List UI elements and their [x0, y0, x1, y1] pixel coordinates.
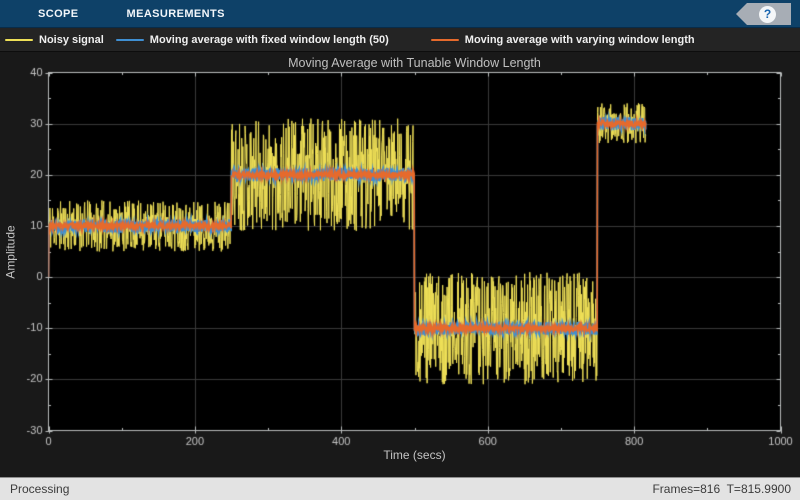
x-axis-label: Time (secs) — [48, 448, 781, 462]
legend: Noisy signal Moving average with fixed w… — [0, 28, 800, 52]
chart-title: Moving Average with Tunable Window Lengt… — [48, 56, 781, 70]
toolstrip: SCOPE MEASUREMENTS ? — [0, 0, 800, 28]
legend-line-swatch — [431, 39, 459, 41]
status-bar: Processing Frames=816 T=815.9900 — [0, 477, 800, 500]
scope-window: SCOPE MEASUREMENTS ? Noisy signal Moving… — [0, 0, 800, 500]
legend-item-fixed-window[interactable]: Moving average with fixed window length … — [116, 34, 389, 46]
legend-label: Moving average with fixed window length … — [150, 34, 389, 46]
legend-item-varying-window[interactable]: Moving average with varying window lengt… — [431, 34, 695, 46]
tab-scope[interactable]: SCOPE — [38, 0, 79, 28]
chart-canvas[interactable] — [0, 52, 800, 477]
status-text: Processing — [10, 482, 69, 496]
frame-counter: Frames=816 T=815.9900 — [652, 482, 791, 496]
y-axis-label: Amplitude — [0, 72, 22, 431]
plot-region: Moving Average with Tunable Window Lengt… — [0, 52, 800, 477]
legend-line-swatch — [5, 39, 33, 41]
legend-label: Noisy signal — [39, 34, 104, 46]
help-button[interactable]: ? — [736, 3, 791, 25]
legend-item-noisy-signal[interactable]: Noisy signal — [5, 34, 104, 46]
legend-line-swatch — [116, 39, 144, 41]
tab-measurements[interactable]: MEASUREMENTS — [127, 0, 225, 28]
help-icon: ? — [759, 6, 776, 23]
legend-label: Moving average with varying window lengt… — [465, 34, 695, 46]
